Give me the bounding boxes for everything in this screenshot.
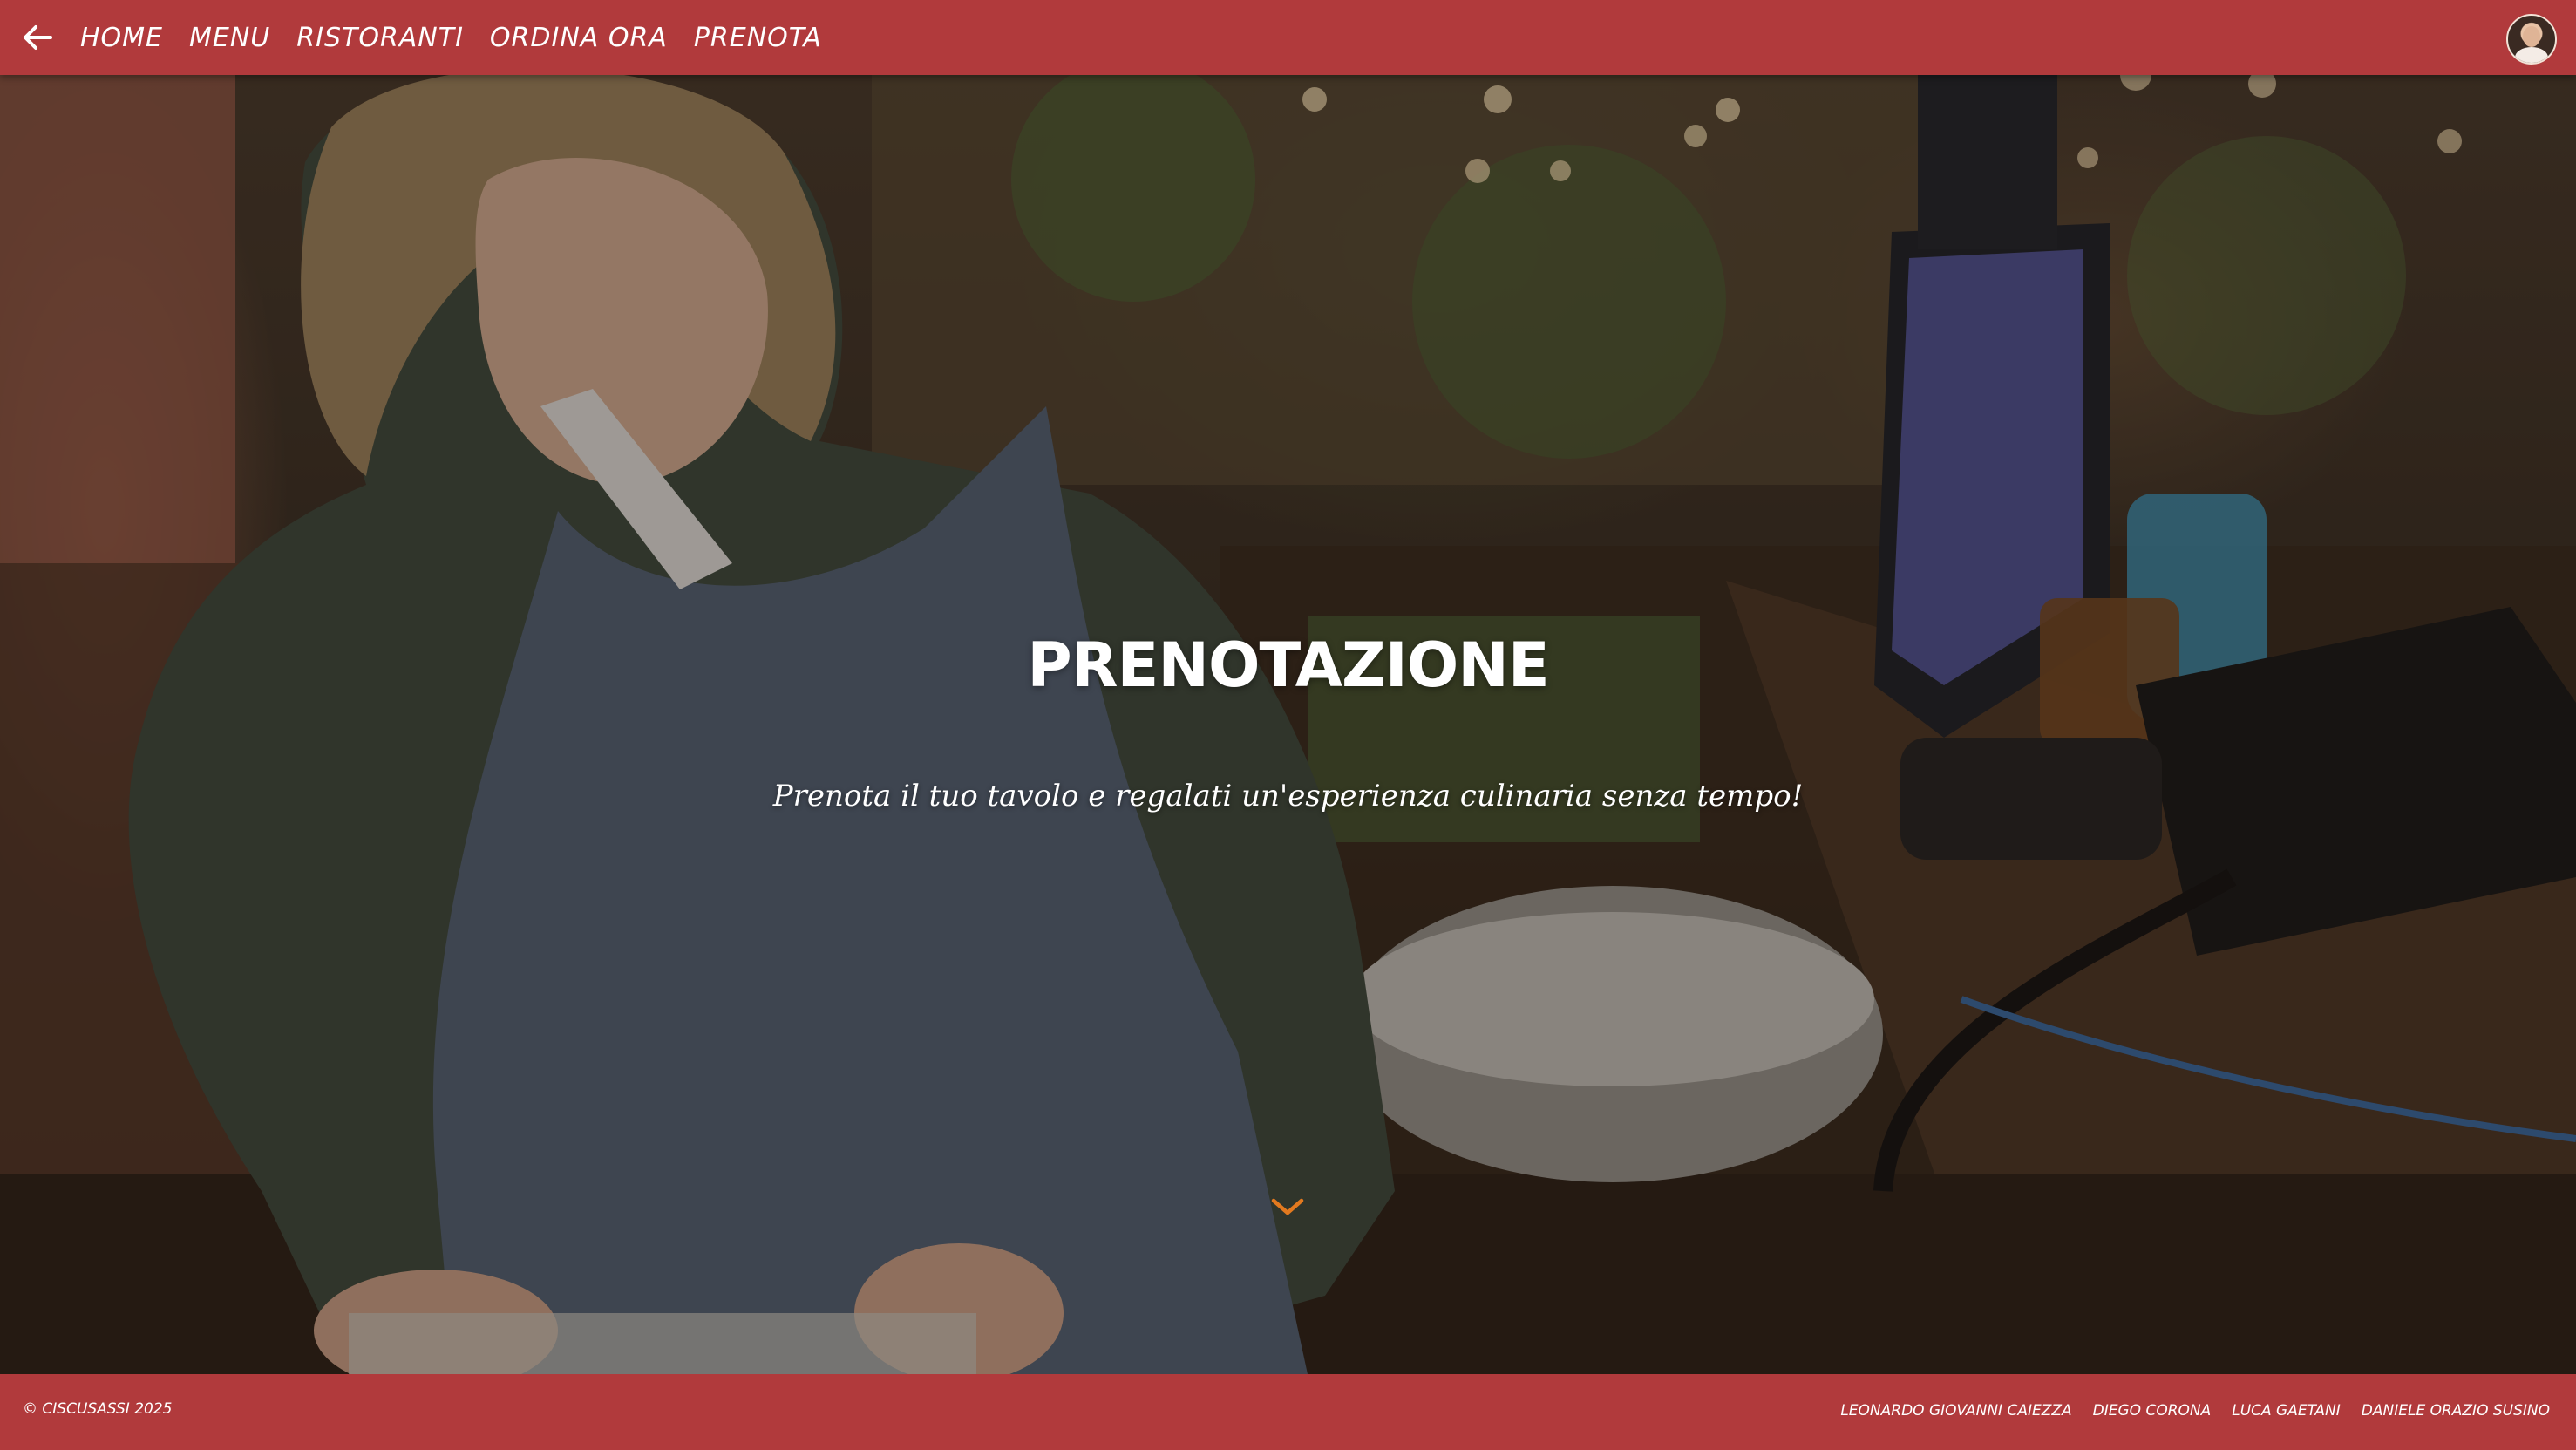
nav-item-menu[interactable]: MENU xyxy=(189,23,270,53)
chevron-down-icon xyxy=(1271,1198,1304,1215)
nav-item-ristoranti[interactable]: RISTORANTI xyxy=(296,23,464,53)
scroll-down-button[interactable] xyxy=(1269,1195,1306,1219)
nav-links: HOME MENU RISTORANTI ORDINA ORA PRENOTA xyxy=(80,0,822,75)
user-avatar[interactable] xyxy=(2506,14,2557,65)
page-subtitle: Prenota il tuo tavolo e regalati un'espe… xyxy=(772,779,1804,813)
nav-item-home[interactable]: HOME xyxy=(80,23,163,53)
top-navbar: HOME MENU RISTORANTI ORDINA ORA PRENOTA xyxy=(0,0,2576,75)
page-title: PRENOTAZIONE xyxy=(1027,630,1549,701)
back-button[interactable] xyxy=(17,17,58,58)
page: HOME MENU RISTORANTI ORDINA ORA PRENOTA … xyxy=(0,0,2576,1450)
footer-author[interactable]: DIEGO CORONA xyxy=(2093,1402,2212,1419)
nav-item-ordina-ora[interactable]: ORDINA ORA xyxy=(490,23,668,53)
footer-author[interactable]: LEONARDO GIOVANNI CAIEZZA xyxy=(1840,1402,2071,1419)
avatar-face xyxy=(2523,26,2540,47)
footer-author[interactable]: DANIELE ORAZIO SUSINO xyxy=(2362,1402,2550,1419)
footer-author[interactable]: LUCA GAETANI xyxy=(2232,1402,2341,1419)
hero-background-image xyxy=(0,75,2576,1374)
avatar-body xyxy=(2515,47,2548,63)
footer-authors: LEONARDO GIOVANNI CAIEZZA DIEGO CORONA L… xyxy=(1840,1402,2550,1419)
footer: © CISCUSASSI 2025 LEONARDO GIOVANNI CAIE… xyxy=(0,1374,2576,1450)
footer-copyright: © CISCUSASSI 2025 xyxy=(23,1400,173,1418)
arrow-left-icon xyxy=(24,25,52,50)
nav-item-prenota[interactable]: PRENOTA xyxy=(694,23,822,53)
hero-dark-overlay xyxy=(0,75,2576,1374)
